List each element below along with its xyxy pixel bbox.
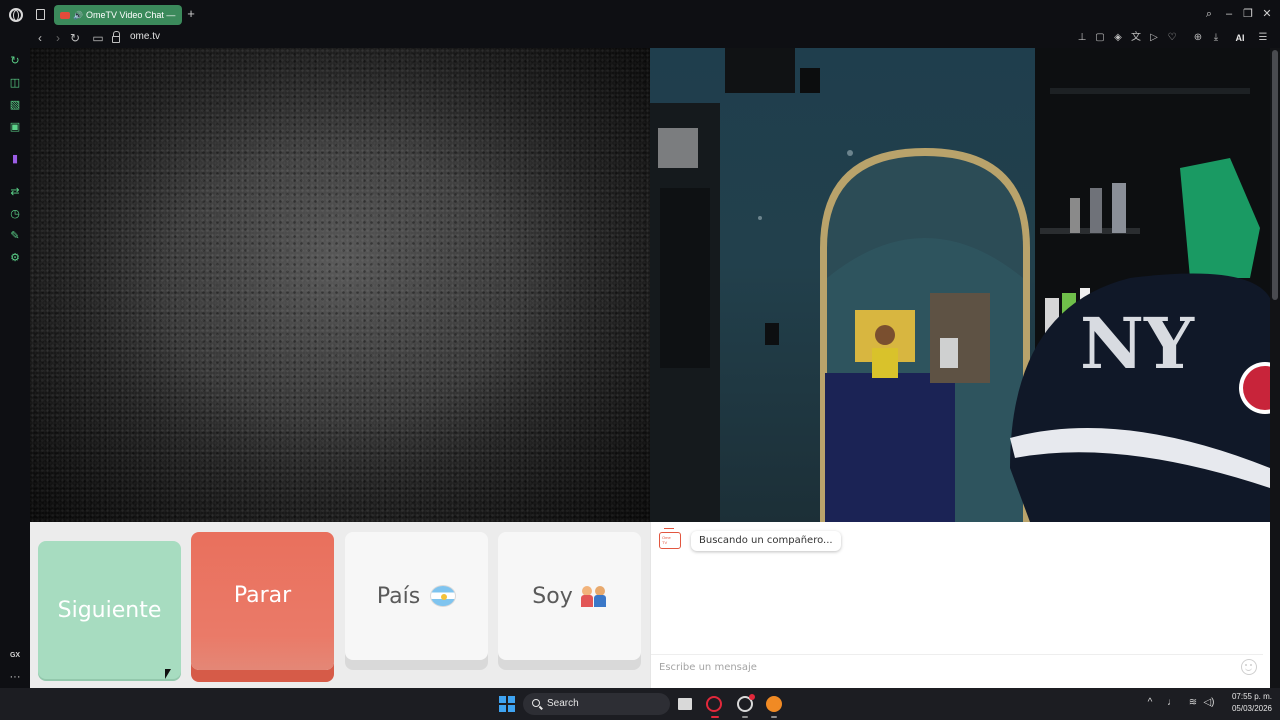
taskbar-search-label: Search [547,698,579,709]
gender-button-label: Soy [532,583,573,609]
app-indicator [771,716,777,718]
ometv-logo-icon [659,528,681,549]
page-scrollbar[interactable] [1270,48,1280,688]
volume-icon[interactable]: ◁) [1202,697,1216,708]
sidebar-pattern-icon[interactable]: ▧ [8,98,22,112]
windows-taskbar: Search ^ ♩ ≋ ◁) 07:55 p. m. 05/03/2026 [0,688,1280,720]
search-icon [532,699,540,707]
heart-icon[interactable]: ♡ [1165,31,1179,45]
file-explorer-icon[interactable] [678,698,692,710]
aria-ai-button[interactable]: AI [1229,31,1251,45]
ometv-page: NY Siguiente Parar País Soy Ome TV Busca… [30,48,1270,688]
clock-time: 07:55 p. m. [1231,692,1272,701]
back-button[interactable]: ‹ [33,30,47,46]
couple-icon [580,584,607,608]
opera-logo-icon[interactable] [9,8,23,22]
active-app-indicator [711,716,719,718]
svg-text:NY: NY [1080,302,1195,385]
sidebar-history-icon[interactable]: ◷ [8,207,22,221]
reload-button[interactable]: ↻ [68,30,82,46]
lock-icon[interactable] [112,31,120,43]
tab-list-icon[interactable] [36,9,45,20]
vlc-taskbar-icon[interactable] [766,696,782,712]
stop-button[interactable]: Parar [191,532,334,670]
sidebar-twitch-icon[interactable]: ▮ [8,152,22,166]
tab-ometv[interactable]: 🔊 OmeTV Video Chat — [54,5,182,25]
tab-title: OmeTV Video Chat — [85,10,176,20]
sidebar-messenger-icon[interactable]: ▣ [8,120,22,134]
browser-sidebar: ↻ ◫ ▧ ▣ ▮ ⇄ ◷ ✎ ⚙ GX ··· [0,48,30,688]
emoji-icon[interactable] [1241,659,1257,675]
control-panel: Siguiente Parar País Soy [30,522,650,688]
play-icon[interactable]: ▷ [1147,31,1161,45]
chat-panel: Buscando un compañero... [650,522,1270,688]
sidebar-gx-label[interactable]: GX [8,649,22,663]
app-indicator [742,716,748,718]
taskbar-search[interactable]: Search [523,693,670,715]
sidebar-extensions-icon[interactable]: ✎ [8,229,22,243]
wallet-icon[interactable]: ⊕ [1191,31,1205,45]
self-camera-scene: NY [650,48,1270,522]
mouse-cursor-icon [165,669,171,679]
video-vignette [30,48,650,522]
stop-button-label: Parar [233,582,292,608]
address-bar: ‹ › ↻ ▭ ome.tv ⊥ ▢ ◈ 文 ▷ ♡ ⊕ ⤓ AI ☰ [0,28,1280,48]
country-button[interactable]: País [345,532,488,660]
partner-video-static [30,48,650,522]
ometv-favicon-icon [60,11,70,19]
search-tabs-icon[interactable]: ⌕ [1202,7,1216,21]
speaker-icon[interactable]: 🔊 [73,11,83,20]
url-field[interactable]: ome.tv [130,31,160,42]
translate-icon[interactable]: 文 [1129,31,1143,45]
windows-start-icon[interactable] [499,696,515,712]
sidebar-more-icon[interactable]: ··· [8,670,22,684]
country-button-label: País [376,583,421,609]
close-button[interactable]: ✕ [1260,7,1274,21]
scrollbar-thumb[interactable] [1272,50,1278,300]
opera-gx-taskbar-icon[interactable] [737,694,755,712]
restore-button[interactable]: ❐ [1241,7,1255,21]
tray-chevron-icon[interactable]: ^ [1143,697,1157,708]
opera-taskbar-icon[interactable] [706,696,722,712]
download-icon[interactable]: ⤓ [1209,31,1223,45]
wifi-icon[interactable]: ≋ [1186,697,1200,708]
sidebar-flow-icon[interactable]: ⇄ [8,185,22,199]
shield-icon[interactable]: ◈ [1111,31,1125,45]
minimize-button[interactable]: – [1222,7,1236,21]
message-input[interactable] [651,654,1263,680]
pin-icon[interactable]: ⊥ [1075,31,1089,45]
sidebar-settings-icon[interactable]: ⚙ [8,251,22,265]
snapshot-icon[interactable]: ▢ [1093,31,1107,45]
clock-date: 05/03/2026 [1231,704,1272,713]
sidebar-briefcase-icon[interactable]: ◫ [8,76,22,90]
sidebar-refresh-icon[interactable]: ↻ [8,54,22,68]
new-tab-button[interactable]: + [185,6,197,21]
browser-titlebar: 🔊 OmeTV Video Chat — + ⌕ – ❐ ✕ [0,0,1280,28]
status-message: Buscando un compañero... [691,531,841,551]
self-camera-video: NY [650,48,1270,522]
next-button[interactable]: Siguiente [38,541,181,679]
argentina-flag-icon [430,585,457,607]
microphone-icon[interactable]: ♩ [1165,697,1179,708]
next-button-label: Siguiente [57,597,162,623]
gender-button[interactable]: Soy [498,532,641,660]
camera-icon[interactable]: ▭ [91,30,105,46]
menu-icon[interactable]: ☰ [1256,31,1270,45]
taskbar-clock[interactable]: 07:55 p. m. 05/03/2026 [1222,691,1272,715]
forward-button[interactable]: › [51,30,65,46]
